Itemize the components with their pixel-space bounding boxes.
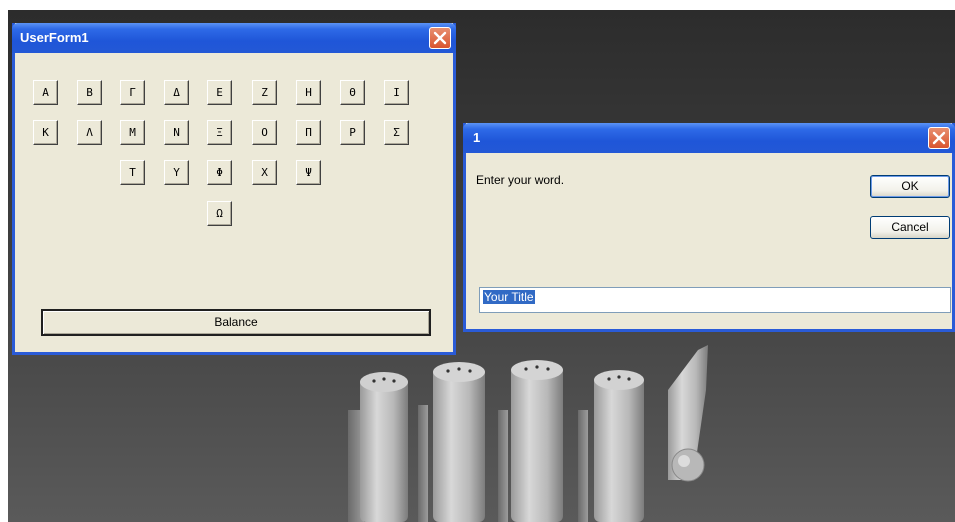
- close-button[interactable]: [928, 127, 950, 149]
- userform-window: UserForm1 Α Β Γ Δ Ε Ζ Η Θ Ι Κ Λ Μ Ν Ξ Ο …: [12, 23, 456, 355]
- greek-letter-button[interactable]: Ι: [384, 80, 409, 105]
- close-icon: [932, 131, 946, 145]
- cancel-button[interactable]: Cancel: [870, 216, 950, 239]
- ok-button[interactable]: OK: [870, 175, 950, 198]
- prompt-text: Enter your word.: [476, 173, 565, 187]
- greek-letter-button[interactable]: Σ: [384, 120, 409, 145]
- greek-letter-button[interactable]: Ψ: [296, 160, 321, 185]
- greek-letter-button[interactable]: Η: [296, 80, 321, 105]
- greek-letter-button[interactable]: Α: [33, 80, 58, 105]
- greek-letter-button[interactable]: Φ: [207, 160, 232, 185]
- greek-letter-button[interactable]: Χ: [252, 160, 277, 185]
- greek-letter-button[interactable]: Θ: [340, 80, 365, 105]
- balance-button[interactable]: Balance: [41, 309, 431, 336]
- inputbox-title: 1: [473, 130, 481, 145]
- inputbox-titlebar[interactable]: 1: [463, 123, 955, 153]
- greek-letter-button[interactable]: Γ: [120, 80, 145, 105]
- word-input[interactable]: Your Title: [479, 287, 951, 313]
- greek-letter-button[interactable]: Υ: [164, 160, 189, 185]
- greek-letter-button[interactable]: Ο: [252, 120, 277, 145]
- userform-titlebar[interactable]: UserForm1: [12, 23, 456, 53]
- greek-letter-button[interactable]: Ν: [164, 120, 189, 145]
- greek-letter-button[interactable]: Δ: [164, 80, 189, 105]
- greek-letter-button[interactable]: Κ: [33, 120, 58, 145]
- greek-letter-button[interactable]: Ζ: [252, 80, 277, 105]
- userform-title: UserForm1: [20, 30, 89, 45]
- greek-letter-button[interactable]: Ε: [207, 80, 232, 105]
- selected-text: Your Title: [483, 290, 535, 304]
- inputbox-window: 1 Enter your word. OK Cancel Your Title: [463, 123, 955, 332]
- greek-letter-button[interactable]: Τ: [120, 160, 145, 185]
- close-icon: [433, 31, 447, 45]
- greek-letter-button[interactable]: Ω: [207, 201, 232, 226]
- greek-letter-button[interactable]: Β: [77, 80, 102, 105]
- greek-letter-button[interactable]: Π: [296, 120, 321, 145]
- greek-letter-button[interactable]: Ρ: [340, 120, 365, 145]
- close-button[interactable]: [429, 27, 451, 49]
- greek-letter-button[interactable]: Μ: [120, 120, 145, 145]
- greek-letter-button[interactable]: Ξ: [207, 120, 232, 145]
- greek-letter-button[interactable]: Λ: [77, 120, 102, 145]
